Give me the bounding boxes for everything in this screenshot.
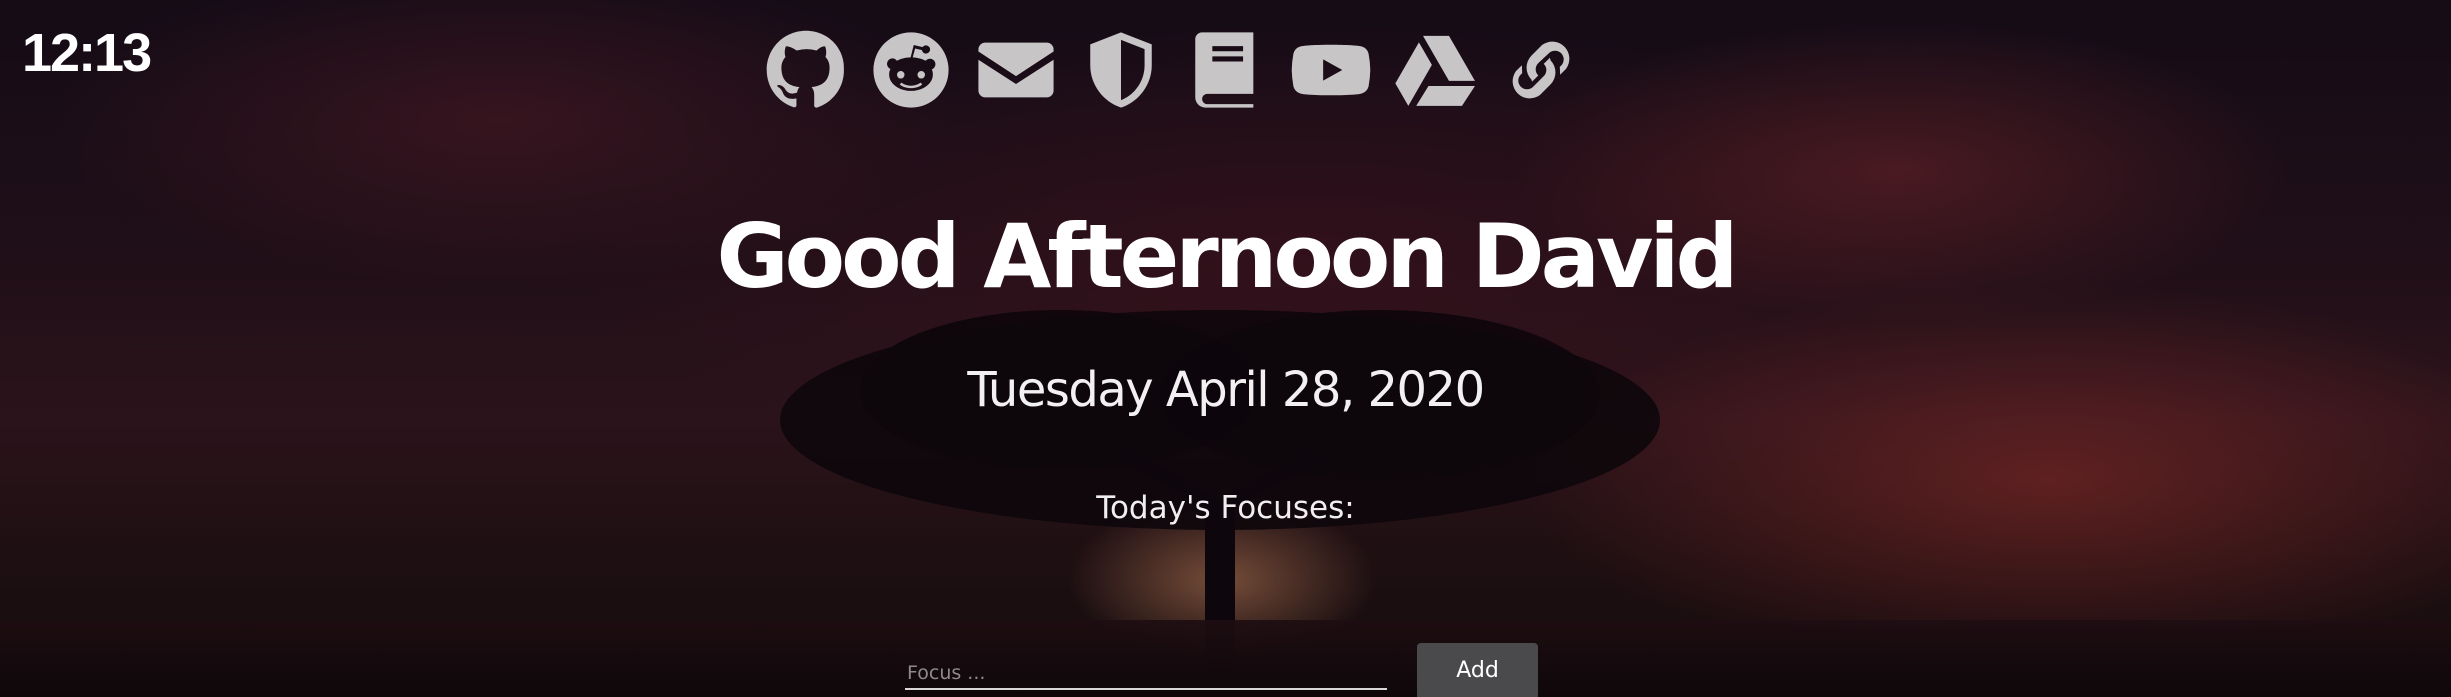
focus-title: Today's Focuses: (1096, 490, 1355, 526)
link-icon (1512, 41, 1570, 99)
focus-input[interactable] (905, 658, 1387, 690)
quick-links (765, 26, 1582, 114)
clock: 12:13 (22, 23, 152, 83)
google-drive-link[interactable] (1395, 26, 1477, 114)
shield-link[interactable] (1080, 26, 1162, 114)
youtube-link[interactable] (1290, 26, 1372, 114)
reddit-link[interactable] (870, 26, 952, 114)
github-icon (766, 30, 845, 108)
reddit-icon (873, 32, 949, 108)
add-focus-button[interactable]: Add (1417, 643, 1538, 697)
current-date: Tuesday April 28, 2020 (967, 362, 1485, 418)
shield-icon (1090, 32, 1152, 108)
google-drive-icon (1395, 35, 1475, 106)
book-link[interactable] (1185, 26, 1267, 114)
link-link[interactable] (1500, 26, 1582, 114)
book-icon (1195, 32, 1254, 108)
github-link[interactable] (765, 26, 847, 114)
mail-link[interactable] (975, 26, 1057, 114)
greeting: Good Afternoon David (716, 205, 1738, 308)
mail-icon (978, 42, 1054, 98)
youtube-icon (1291, 44, 1371, 96)
